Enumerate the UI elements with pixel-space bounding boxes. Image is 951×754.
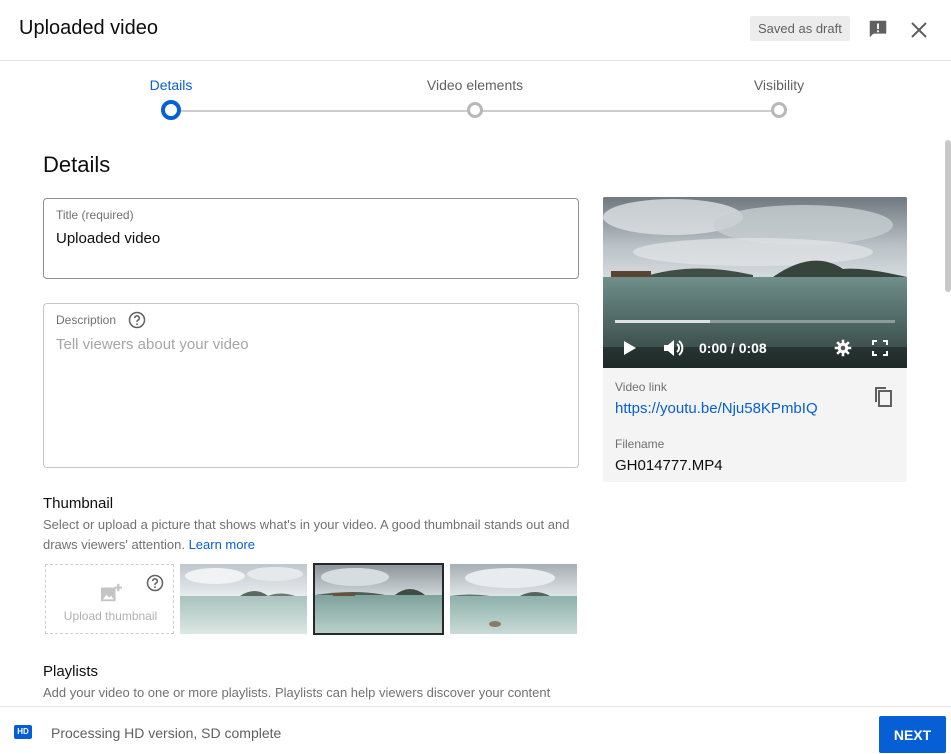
processing-status: Processing HD version, SD complete — [51, 725, 282, 741]
playlists-heading: Playlists — [43, 663, 99, 680]
title-field-label: Title (required) — [56, 208, 134, 222]
description-field-label: Description — [56, 313, 117, 327]
fullscreen-icon[interactable] — [872, 340, 888, 356]
title-field[interactable]: Title (required) Uploaded video — [43, 198, 579, 279]
video-time: 0:00 / 0:08 — [699, 340, 767, 356]
thumbnail-option-selected[interactable] — [313, 563, 444, 635]
step-label: Details — [149, 77, 193, 93]
step-label: Visibility — [753, 77, 805, 93]
dialog-title: Uploaded video — [19, 17, 158, 39]
description-input[interactable]: Tell viewers about your video — [56, 336, 249, 353]
thumbnail-heading: Thumbnail — [43, 495, 114, 512]
dialog-header: Uploaded video Saved as draft — [0, 0, 951, 61]
thumbnail-option[interactable] — [180, 564, 307, 634]
help-icon[interactable] — [146, 574, 164, 592]
step-indicator — [467, 102, 483, 118]
step-video-elements[interactable]: Video elements — [395, 61, 555, 118]
step-indicator — [161, 100, 181, 120]
saved-as-draft-badge: Saved as draft — [750, 16, 850, 41]
step-indicator — [771, 102, 787, 118]
video-link[interactable]: https://youtu.be/Nju58KPmbIQ — [615, 400, 818, 417]
copy-icon[interactable] — [871, 384, 895, 408]
thumbnail-image — [315, 565, 442, 633]
upload-thumbnail-button[interactable]: Upload thumbnail — [45, 564, 174, 634]
thumbnail-image — [180, 564, 307, 634]
step-label: Video elements — [426, 77, 524, 93]
help-icon[interactable] — [128, 311, 146, 329]
description-field[interactable]: Description Tell viewers about your vide… — [43, 303, 579, 468]
playlists-description: Add your video to one or more playlists.… — [43, 685, 551, 700]
add-image-icon — [101, 583, 122, 602]
thumbnail-image — [450, 564, 577, 634]
filename-value: GH014777.MP4 — [615, 457, 723, 474]
upload-thumbnail-label: Upload thumbnail — [63, 609, 158, 623]
feedback-icon[interactable] — [867, 18, 889, 40]
title-input[interactable]: Uploaded video — [56, 230, 160, 247]
learn-more-link[interactable]: Learn more — [189, 537, 255, 552]
close-icon[interactable] — [907, 18, 931, 42]
filename-label: Filename — [615, 437, 665, 451]
scrollbar-thumb[interactable] — [945, 140, 951, 292]
step-details[interactable]: Details — [91, 61, 251, 120]
video-player[interactable]: 0:00 / 0:08 — [603, 197, 907, 368]
upload-stepper: Details Video elements Visibility — [0, 61, 951, 121]
video-link-label: Video link — [615, 380, 667, 394]
settings-gear-icon[interactable] — [834, 339, 852, 357]
dialog-footer: HD Processing HD version, SD complete NE… — [0, 706, 951, 754]
thumbnail-description: Select or upload a picture that shows wh… — [43, 515, 583, 555]
play-icon[interactable] — [623, 340, 637, 356]
thumbnail-option[interactable] — [450, 564, 577, 634]
step-visibility[interactable]: Visibility — [699, 61, 859, 118]
video-progress-buffer — [615, 320, 710, 323]
section-title: Details — [43, 152, 111, 177]
next-button[interactable]: NEXT — [879, 716, 946, 753]
video-preview-card: 0:00 / 0:08 Video link https://youtu.be/… — [603, 197, 907, 482]
hd-processing-icon: HD — [14, 725, 32, 739]
volume-icon[interactable] — [663, 338, 685, 358]
thumbnail-description-text: Select or upload a picture that shows wh… — [43, 517, 570, 552]
